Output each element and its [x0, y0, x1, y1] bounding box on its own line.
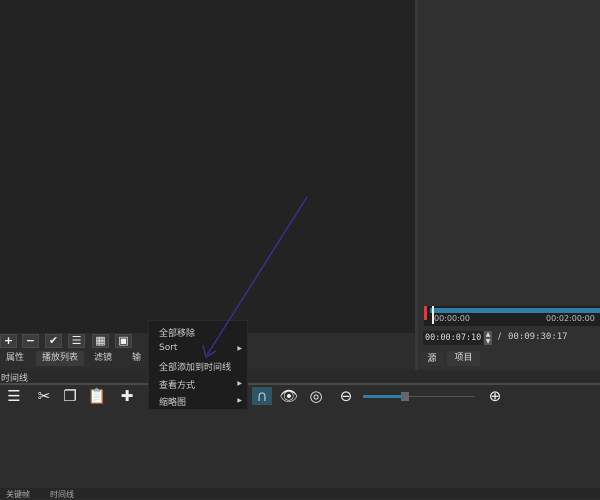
annotation-arrow: [202, 196, 308, 359]
arrow-line: [206, 196, 308, 356]
